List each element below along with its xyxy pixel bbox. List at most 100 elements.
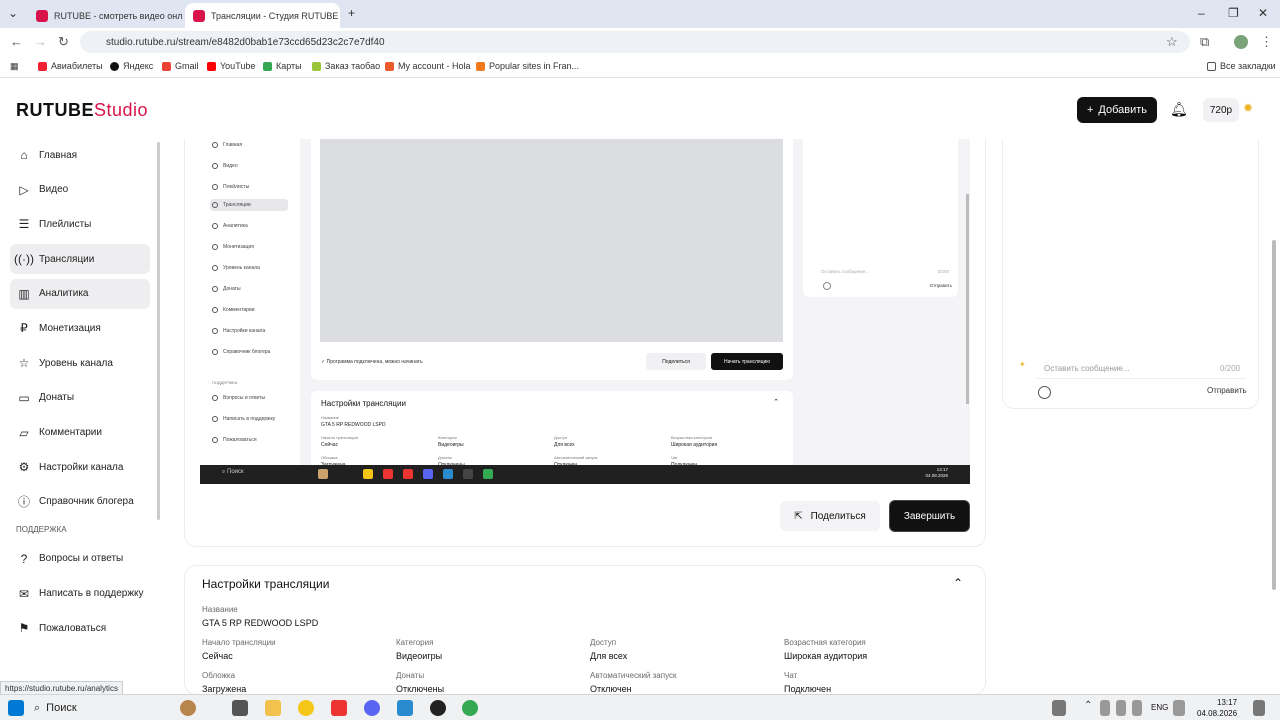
sidebar-item-analytics[interactable]: ▥ Аналитика <box>10 278 150 309</box>
sidebar-item-monetization[interactable]: ₽ Монетизация <box>10 313 150 343</box>
bookmark-item[interactable]: Авиабилеты <box>38 61 103 71</box>
yandex-icon[interactable] <box>331 700 347 716</box>
sidebar-item-blogger-guide[interactable]: ⓘ Справочник блогера <box>10 487 150 517</box>
discord-icon[interactable] <box>364 700 380 716</box>
sidebar-item-faq[interactable]: ? Вопросы и ответы <box>10 544 150 574</box>
preview-scrollbar <box>966 194 969 404</box>
sidebar-item-report[interactable]: ⚑ Пожаловаться <box>10 613 150 643</box>
field-value: Широкая аудитория <box>784 651 868 661</box>
preview-sidebar-item: Трансляции <box>210 199 288 211</box>
finish-stream-button[interactable]: Завершить <box>889 500 970 532</box>
sidebar-item-streams[interactable]: ((·)) Трансляции <box>10 244 150 275</box>
chevron-up-icon[interactable]: ⌃ <box>953 576 963 590</box>
page-scrollbar[interactable] <box>1272 240 1276 590</box>
all-bookmarks[interactable]: Все закладки <box>1207 61 1276 71</box>
notifications-icon[interactable] <box>1253 700 1265 716</box>
sidebar-item-channel-settings[interactable]: ⚙ Настройки канала <box>10 452 150 482</box>
emoji-icon[interactable] <box>1038 386 1051 399</box>
owl-widget-icon[interactable] <box>180 700 196 716</box>
taskbar-clock[interactable]: 13:17 04.08.2026 <box>1197 697 1237 719</box>
preview-item-label: Уровень канала <box>223 265 260 271</box>
apps-icon[interactable]: ▦ <box>10 61 19 72</box>
browser-tab-bar: RUTUBE - смотреть видео онл ✕ Трансляции… <box>0 0 1280 28</box>
preview-sidebar-item: Уровень канала <box>210 262 288 274</box>
sidebar-item-home[interactable]: ⌂ Главная <box>10 140 150 170</box>
extensions-icon[interactable]: ⧉ <box>1200 34 1209 50</box>
task-view-icon[interactable] <box>232 700 248 716</box>
bookmark-item[interactable]: Заказ таобао <box>312 61 380 71</box>
tray-app-icon[interactable] <box>1116 700 1126 716</box>
new-tab-icon[interactable]: + <box>348 6 355 20</box>
preview-taskbar-search-label: Поиск <box>227 469 244 475</box>
forward-icon[interactable]: → <box>34 34 47 49</box>
close-tab-icon[interactable]: ✕ <box>338 9 340 22</box>
windows-taskbar: ⌕ Поиск ⌃ ENG 13:17 04.08.2026 <box>0 694 1280 720</box>
rutube-studio-logo[interactable]: RUTUBEStudio <box>16 100 148 121</box>
chrome-icon[interactable] <box>462 700 478 716</box>
preview-settings-title: Настройки трансляции <box>321 399 406 408</box>
back-icon[interactable]: ← <box>10 34 23 49</box>
preview-taskbar-app-icon <box>423 469 433 479</box>
sidebar-item-playlists[interactable]: ☰ Плейлисты <box>10 209 150 239</box>
yandex-browser-icon[interactable] <box>298 700 314 716</box>
profile-avatar[interactable] <box>1234 35 1248 49</box>
bookmark-item[interactable]: Popular sites in Fran... <box>476 61 579 71</box>
tab-menu-icon[interactable]: ⌄ <box>8 6 18 20</box>
browser-tab-active[interactable]: Трансляции - Студия RUTUBE ✕ <box>185 3 340 28</box>
close-window-icon[interactable]: ✕ <box>1258 6 1268 20</box>
preview-chat-count: 0/200 <box>937 268 949 274</box>
rutube-favicon-icon <box>193 9 205 22</box>
sidebar-item-donations[interactable]: ▭ Донаты <box>10 383 150 413</box>
preview-field-value: Широкая аудитория <box>671 442 718 448</box>
close-tab-icon[interactable]: ✕ <box>182 9 183 22</box>
bookmark-item[interactable]: YouTube <box>207 61 255 71</box>
bookmark-item[interactable]: Карты <box>263 61 302 71</box>
chat-send-button[interactable]: Отправить <box>1207 386 1247 395</box>
obs-icon[interactable] <box>430 700 446 716</box>
tray-app-icon[interactable] <box>1100 700 1110 716</box>
sidebar-item-support[interactable]: ✉ Написать в поддержку <box>10 579 150 609</box>
preview-chevron-up-icon: ⌃ <box>773 399 779 406</box>
notifications-bell-icon[interactable]: 🔔︎ <box>1170 101 1188 118</box>
bookmark-item[interactable]: Яндекс <box>110 61 153 71</box>
tray-chevron-icon[interactable]: ⌃ <box>1084 700 1094 716</box>
bookmark-item[interactable]: My account - Hola <box>385 61 471 71</box>
browser-tab[interactable]: RUTUBE - смотреть видео онл ✕ <box>28 3 183 28</box>
language-indicator[interactable]: ENG <box>1151 703 1168 712</box>
preview-sidebar-item: Аналитика <box>210 220 288 232</box>
sidebar-item-comments[interactable]: ▱ Комментарии <box>10 418 150 448</box>
sidebar-item-video[interactable]: ▷ Видео <box>10 175 150 205</box>
browser-menu-icon[interactable]: ⋮ <box>1260 34 1273 50</box>
url-field[interactable]: studio.rutube.ru/stream/e8482d0bab1e73cc… <box>80 31 1190 53</box>
windows-start-icon[interactable] <box>8 700 24 716</box>
chat-message-input[interactable]: Оставить сообщение... <box>1036 359 1246 379</box>
share-button[interactable]: ⇱ Поделиться <box>780 501 880 531</box>
sidebar-scrollbar[interactable] <box>157 142 160 520</box>
stream-preview[interactable]: Главная Видео Плейлисты Трансляции Анали… <box>200 139 970 484</box>
bookmark-icon <box>312 61 321 71</box>
info-icon: ⓘ <box>17 495 30 510</box>
minimize-icon[interactable]: – <box>1198 6 1205 20</box>
maximize-icon[interactable]: ❐ <box>1228 6 1239 20</box>
file-explorer-icon[interactable] <box>265 700 281 716</box>
preview-taskbar-app-icon <box>443 469 453 479</box>
theme-toggle-icon[interactable]: ✹ <box>1243 101 1253 115</box>
ruble-icon: ₽ <box>20 321 28 336</box>
bookmark-label: Яндекс <box>123 61 154 71</box>
sidebar-item-channel-level[interactable]: ☆ Уровень канала <box>10 348 150 378</box>
quality-button[interactable]: 720р <box>1203 98 1239 122</box>
add-button[interactable]: + Добавить <box>1077 97 1157 123</box>
bookmark-item[interactable]: Gmail <box>162 61 199 71</box>
microphone-icon[interactable] <box>1132 700 1142 716</box>
preview-sidebar-item: Пожаловаться <box>210 434 288 446</box>
wifi-icon[interactable] <box>1173 700 1185 716</box>
field-label: Возрастная категория <box>784 638 866 647</box>
preview-item-label: Написать в поддержку <box>223 416 276 422</box>
bookmark-star-icon[interactable]: ☆ <box>1166 34 1178 50</box>
tray-icon[interactable] <box>1052 700 1066 716</box>
taskbar-search[interactable]: ⌕ Поиск <box>34 699 184 717</box>
preview-ok-status: ✓ Программа подключена, можно начинать <box>321 359 423 365</box>
preview-item-label: Комментарии <box>223 307 255 313</box>
reload-icon[interactable]: ↻ <box>58 34 69 50</box>
telegram-icon[interactable] <box>397 700 413 716</box>
